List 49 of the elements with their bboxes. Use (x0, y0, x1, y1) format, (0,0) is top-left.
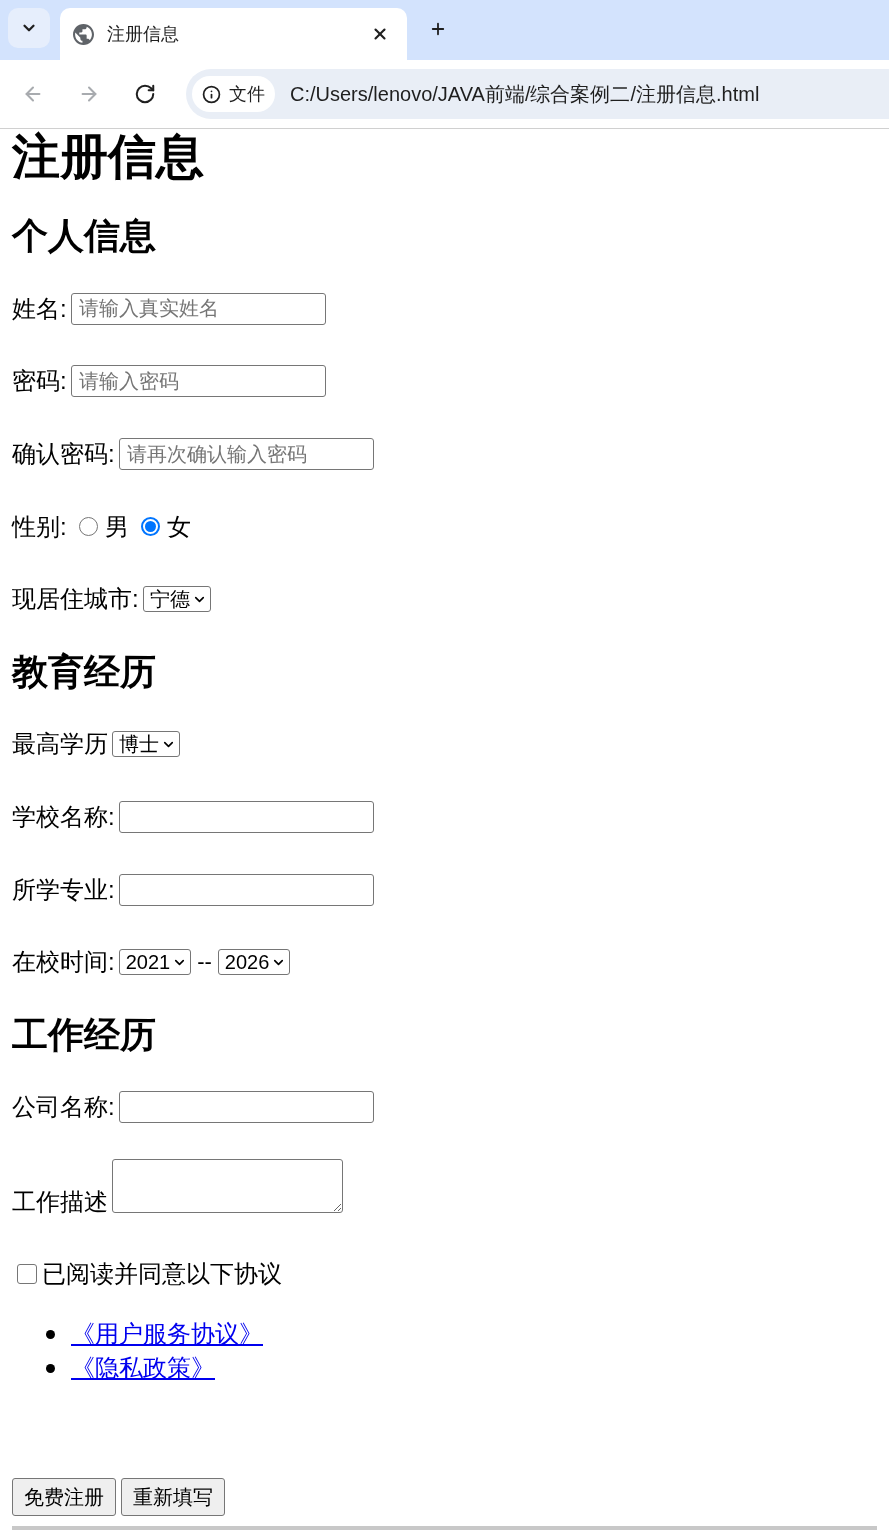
form-button[interactable]: 免费注册 (12, 1478, 116, 1517)
bullet-icon (46, 1329, 55, 1339)
radio-label: 女 (166, 511, 191, 542)
field-label: 学校名称: (12, 802, 115, 833)
radio-button[interactable] (78, 517, 98, 537)
text-input[interactable]: 请输入真实姓名 (70, 292, 326, 325)
checkbox[interactable] (17, 1264, 37, 1285)
section-heading: 教育经历 (12, 649, 156, 694)
new-tab-plus-icon[interactable] (429, 20, 447, 38)
globe-icon (73, 23, 94, 45)
field-label: 公司名称: (12, 1092, 115, 1123)
url-text: C:/Users/lenovo/JAVA前端/综合案例二/注册信息.html (290, 81, 760, 107)
select-dropdown[interactable]: 2021 (118, 949, 192, 976)
select-dropdown[interactable]: 2026 (217, 949, 291, 976)
select-dropdown[interactable]: 博士 (112, 731, 180, 758)
field-label: 确认密码: (12, 439, 115, 470)
range-separator: -- (197, 949, 212, 976)
tab-title: 注册信息 (107, 23, 180, 46)
field-label: 在校时间: (12, 947, 115, 978)
text-input[interactable] (118, 1091, 374, 1124)
site-info-chip[interactable]: 文件 (192, 76, 275, 112)
agreement-link[interactable]: 《隐私政策》 (71, 1352, 215, 1385)
bullet-icon (46, 1363, 55, 1373)
text-input[interactable]: 请再次确认输入密码 (118, 438, 374, 471)
close-icon[interactable] (371, 25, 389, 43)
field-label: 现居住城市: (12, 584, 139, 615)
section-heading: 工作经历 (12, 1012, 156, 1057)
form-button[interactable]: 重新填写 (121, 1478, 225, 1517)
field-label: 姓名: (12, 293, 67, 324)
field-label: 所学专业: (12, 874, 115, 905)
textarea-field[interactable] (112, 1159, 343, 1214)
checkbox-label: 已阅读并同意以下协议 (42, 1259, 282, 1290)
radio-button[interactable] (140, 517, 160, 537)
browser-tab[interactable]: 注册信息 (60, 8, 407, 60)
agreement-link[interactable]: 《用户服务协议》 (71, 1318, 263, 1351)
text-input[interactable] (118, 801, 374, 834)
field-label: 性别: (12, 511, 67, 542)
section-heading: 个人信息 (12, 214, 156, 259)
text-input[interactable] (118, 873, 374, 906)
address-bar[interactable]: 文件 C:/Users/lenovo/JAVA前端/综合案例二/注册信息.html (186, 69, 889, 119)
radio-label: 男 (104, 511, 129, 542)
info-icon (202, 84, 221, 104)
reload-icon[interactable] (134, 83, 156, 105)
page-title: 注册信息 (12, 129, 204, 185)
select-dropdown[interactable]: 宁德 (142, 586, 211, 613)
field-label: 最高学历 (12, 729, 108, 760)
field-label: 密码: (12, 366, 67, 397)
text-input[interactable]: 请输入密码 (70, 365, 326, 398)
field-label: 工作描述 (12, 1187, 108, 1218)
